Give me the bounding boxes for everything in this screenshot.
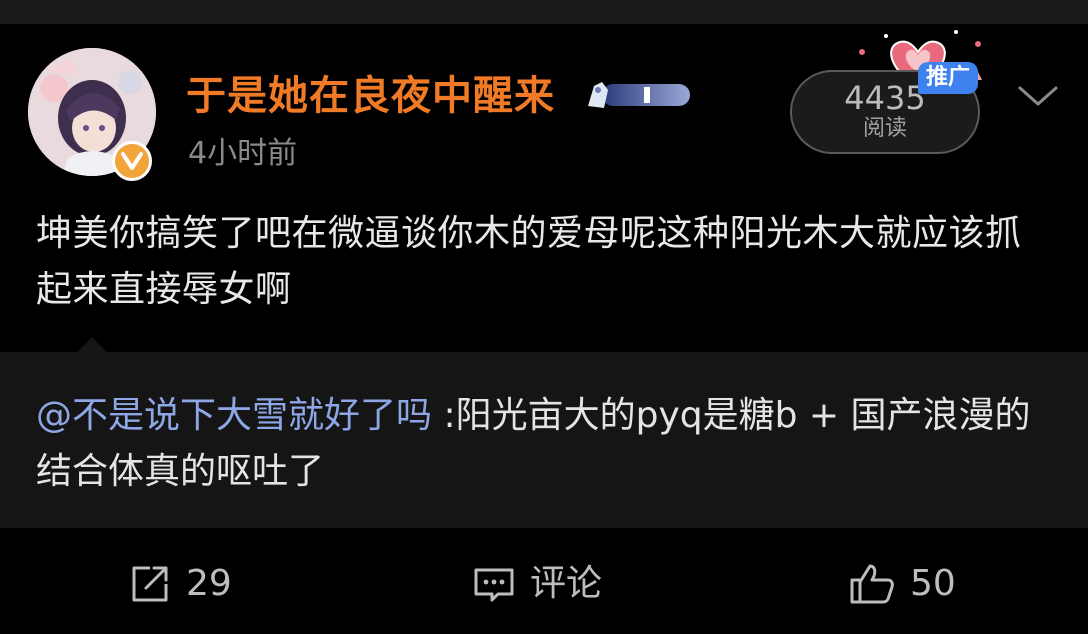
user-name[interactable]: 于是她在良夜中醒来 [186,72,555,120]
like-count: 50 [910,563,956,604]
member-level-badge-icon[interactable] [584,78,692,112]
like-button[interactable]: 50 [848,562,956,606]
share-button[interactable]: 29 [128,562,232,606]
action-bar: 29 评论 50 [0,534,1088,634]
promo-tag: 推广 [918,62,978,94]
chevron-down-icon[interactable] [1014,80,1062,112]
post-time: 4小时前 [188,136,298,171]
comment-icon [474,568,514,602]
repost-text: @不是说下大雪就好了吗 :阳光亩大的pyq是糖b + 国产浪漫的结合体真的呕吐了 [36,388,1046,500]
comment-button[interactable]: 评论 [472,562,602,606]
thumbs-up-icon [850,564,894,604]
post-body-text: 坤美你搞笑了吧在微逼谈你木的爱母呢这种阳光木大就应该抓起来直接辱女啊 [36,213,1022,310]
repost-pointer [76,337,108,353]
share-icon [132,566,168,602]
top-divider-strip [0,0,1088,24]
repost-user-mention[interactable]: @不是说下大雪就好了吗 [36,395,432,436]
comment-label: 评论 [530,563,603,604]
read-label: 阅读 [862,116,907,141]
verified-badge-icon [112,141,152,181]
share-count: 29 [186,563,232,604]
